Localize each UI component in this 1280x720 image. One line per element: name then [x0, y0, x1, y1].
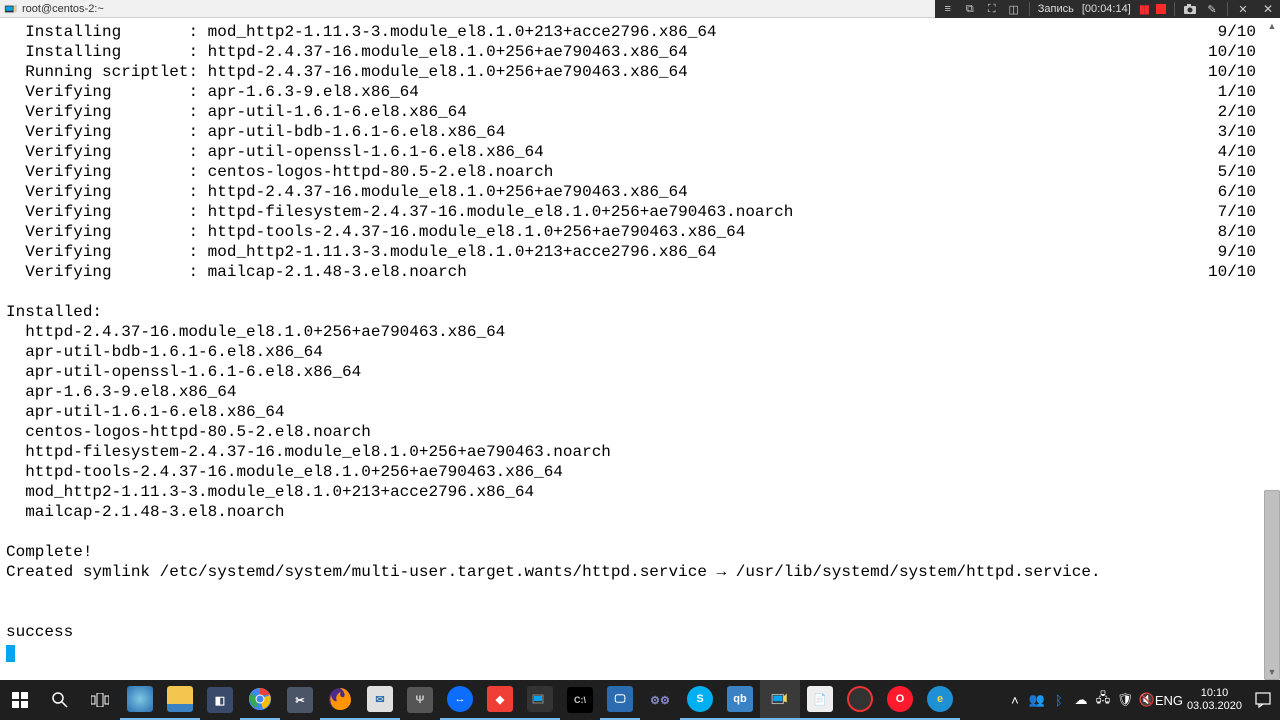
fullscreen-icon[interactable]: ⛶: [985, 2, 999, 16]
taskbar-app-notepad[interactable]: 📄: [800, 680, 840, 720]
terminal-line: mod_http2-1.11.3-3.module_el8.1.0+213+ac…: [6, 482, 1258, 502]
taskbar-app-putty2[interactable]: [520, 680, 560, 720]
stop-icon[interactable]: [1156, 4, 1166, 14]
terminal-line: httpd-filesystem-2.4.37-16.module_el8.1.…: [6, 442, 1258, 462]
terminal-line: apr-1.6.3-9.el8.x86_64: [6, 382, 1258, 402]
terminal-output[interactable]: Installing : mod_http2-1.11.3-3.module_e…: [0, 18, 1264, 680]
tray-defender-icon[interactable]: 🛡: [1117, 692, 1133, 708]
scroll-up-button[interactable]: ▲: [1264, 18, 1280, 34]
terminal-line: success: [6, 622, 1258, 642]
taskbar[interactable]: ◧ ✂ ✉ Ψ ↔ ◆ C:\ 🖵 ⚙⚙ S qb 📄 O e ˄ 👥 ᛒ ☁ …: [0, 680, 1280, 720]
system-tray[interactable]: ˄ 👥 ᛒ ☁ 🖧 🛡 🔇 ENG 10:1003.03.2020: [1001, 687, 1280, 713]
start-button[interactable]: [0, 680, 40, 720]
taskbar-app-firefox[interactable]: [320, 680, 360, 720]
terminal-line: mailcap-2.1.48-3.el8.noarch: [6, 502, 1258, 522]
terminal-line: [6, 602, 1258, 622]
task-view-button[interactable]: [80, 680, 120, 720]
separator: [1029, 2, 1030, 16]
terminal-line: Verifying : mod_http2-1.11.3-3.module_el…: [6, 242, 1258, 262]
window-close-button[interactable]: ✕: [1256, 0, 1280, 18]
terminal-line: Verifying : centos-logos-httpd-80.5-2.el…: [6, 162, 1258, 182]
cursor: [6, 645, 15, 662]
recording-label: Запись: [1038, 3, 1074, 15]
taskbar-app-teamviewer[interactable]: ↔: [440, 680, 480, 720]
terminal-line: [6, 582, 1258, 602]
terminal-line: Installing : httpd-2.4.37-16.module_el8.…: [6, 42, 1258, 62]
taskbar-app-skype[interactable]: S: [680, 680, 720, 720]
taskbar-app-usb[interactable]: Ψ: [400, 680, 440, 720]
search-button[interactable]: [40, 680, 80, 720]
terminal-cursor-line: [6, 642, 1258, 662]
terminal-line: apr-util-openssl-1.6.1-6.el8.x86_64: [6, 362, 1258, 382]
terminal-line: Verifying : apr-1.6.3-9.el8.x86_641/10: [6, 82, 1258, 102]
tray-network-icon[interactable]: 🖧: [1095, 692, 1111, 708]
terminal-line: Installing : mod_http2-1.11.3-3.module_e…: [6, 22, 1258, 42]
exit-icon[interactable]: ✕: [1236, 2, 1250, 16]
terminal-line: Running scriptlet: httpd-2.4.37-16.modul…: [6, 62, 1258, 82]
taskbar-app-mail[interactable]: ✉: [360, 680, 400, 720]
terminal-line: Verifying : mailcap-2.1.48-3.el8.noarch1…: [6, 262, 1258, 282]
recording-toolbar[interactable]: ≡ ⧉ ⛶ ◫ Запись [00:04:14] ▮▮ ✎ ✕: [935, 0, 1256, 18]
taskbar-app-anydesk[interactable]: ◆: [480, 680, 520, 720]
taskbar-app-snip[interactable]: ✂: [280, 680, 320, 720]
recording-time: [00:04:14]: [1082, 3, 1131, 15]
terminal-line: apr-util-bdb-1.6.1-6.el8.x86_64: [6, 342, 1258, 362]
tray-bluetooth-icon[interactable]: ᛒ: [1051, 692, 1067, 708]
taskbar-app-browser1[interactable]: [120, 680, 160, 720]
taskbar-app-virtualbox[interactable]: ◧: [200, 680, 240, 720]
taskbar-app-opera[interactable]: O: [880, 680, 920, 720]
taskbar-app-rdp[interactable]: 🖵: [600, 680, 640, 720]
terminal-line: Verifying : apr-util-1.6.1-6.el8.x86_642…: [6, 102, 1258, 122]
scrollbar-thumb[interactable]: [1264, 490, 1280, 680]
pause-icon[interactable]: ▮▮: [1139, 2, 1148, 16]
terminal-line: Created symlink /etc/systemd/system/mult…: [6, 562, 1258, 582]
taskbar-app-qbit[interactable]: qb: [720, 680, 760, 720]
terminal-line: Verifying : httpd-tools-2.4.37-16.module…: [6, 222, 1258, 242]
scroll-down-button[interactable]: ▼: [1264, 664, 1280, 680]
taskbar-app-services[interactable]: ⚙⚙: [640, 680, 680, 720]
separator: [1227, 2, 1228, 16]
terminal-line: httpd-tools-2.4.37-16.module_el8.1.0+256…: [6, 462, 1258, 482]
tray-cloud-icon[interactable]: ☁: [1073, 692, 1089, 708]
overlap-icon[interactable]: ⧉: [963, 2, 977, 16]
terminal-line: Complete!: [6, 542, 1258, 562]
draw-icon[interactable]: ✎: [1205, 2, 1219, 16]
clock-time: 10:10: [1201, 687, 1229, 699]
taskbar-app-putty-active[interactable]: [760, 680, 800, 720]
terminal-line: httpd-2.4.37-16.module_el8.1.0+256+ae790…: [6, 322, 1258, 342]
layout-icon[interactable]: ≡: [941, 2, 955, 16]
tray-clock[interactable]: 10:1003.03.2020: [1183, 687, 1246, 713]
terminal-line: Installed:: [6, 302, 1258, 322]
taskbar-app-explorer[interactable]: [160, 680, 200, 720]
region-icon[interactable]: ◫: [1007, 2, 1021, 16]
terminal-line: Verifying : apr-util-openssl-1.6.1-6.el8…: [6, 142, 1258, 162]
putty-icon: [4, 3, 18, 15]
terminal-line: [6, 522, 1258, 542]
terminal-line: Verifying : httpd-2.4.37-16.module_el8.1…: [6, 182, 1258, 202]
terminal-line: [6, 282, 1258, 302]
terminal-line: apr-util-1.6.1-6.el8.x86_64: [6, 402, 1258, 422]
taskbar-app-chrome[interactable]: [240, 680, 280, 720]
tray-people-icon[interactable]: 👥: [1029, 692, 1045, 708]
tray-notifications-icon[interactable]: [1252, 690, 1274, 710]
tray-language[interactable]: ENG: [1161, 692, 1177, 708]
terminal-line: Verifying : apr-util-bdb-1.6.1-6.el8.x86…: [6, 122, 1258, 142]
tray-chevron-icon[interactable]: ˄: [1007, 692, 1023, 708]
terminal-line: Verifying : httpd-filesystem-2.4.37-16.m…: [6, 202, 1258, 222]
taskbar-app-screenrec[interactable]: [840, 680, 880, 720]
tray-volume-icon[interactable]: 🔇: [1139, 692, 1155, 708]
camera-icon[interactable]: [1183, 2, 1197, 16]
clock-date: 03.03.2020: [1187, 700, 1242, 712]
taskbar-app-cmd[interactable]: C:\: [560, 680, 600, 720]
separator: [1174, 2, 1175, 16]
terminal-line: centos-logos-httpd-80.5-2.el8.noarch: [6, 422, 1258, 442]
taskbar-app-ie[interactable]: e: [920, 680, 960, 720]
